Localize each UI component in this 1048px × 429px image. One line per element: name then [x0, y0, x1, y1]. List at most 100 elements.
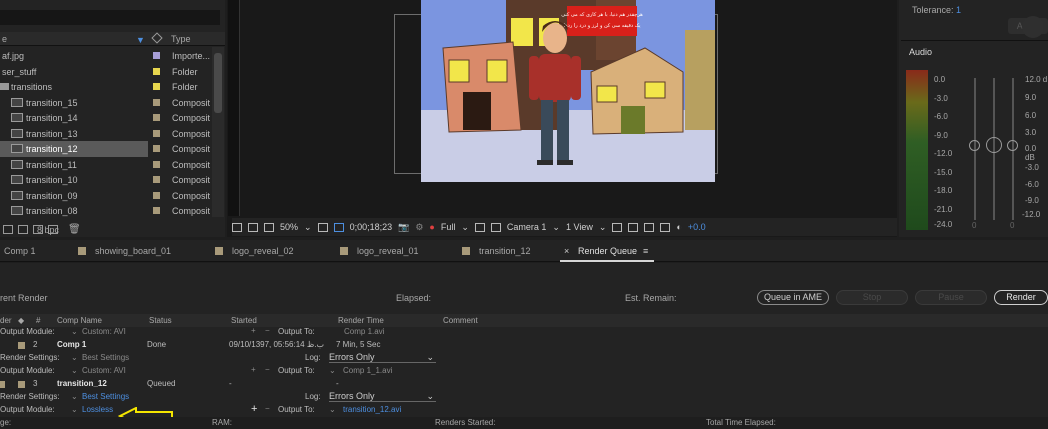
col-render[interactable]: der — [0, 316, 12, 325]
flowchart-icon[interactable] — [660, 222, 671, 232]
always-preview-icon[interactable] — [232, 222, 242, 232]
col-render-time[interactable]: Render Time — [338, 316, 384, 325]
pause-button[interactable]: Pause — [915, 290, 987, 305]
project-folder[interactable]: transitions Folder — [0, 79, 212, 95]
label-tag-icon[interactable] — [151, 32, 163, 44]
resolution-dropdown[interactable]: Full — [441, 222, 456, 232]
close-tab-icon[interactable]: × — [564, 246, 569, 256]
master-slider-knob[interactable] — [986, 137, 1002, 153]
remove-output-module-icon[interactable]: − — [265, 326, 270, 335]
tracker-knob[interactable] — [1022, 16, 1044, 38]
queue-in-ame-button[interactable]: Queue in AME — [757, 290, 829, 305]
label-tag-icon[interactable]: ◆ — [18, 316, 24, 325]
output-to-value[interactable]: Comp 1_1.avi — [343, 366, 392, 375]
col-comp-name[interactable]: Comp Name — [57, 316, 102, 325]
log-dropdown[interactable]: Errors Only ⌄ — [329, 352, 436, 363]
render-settings-value[interactable]: Best Settings — [82, 392, 129, 401]
project-comp[interactable]: transition_13 Composit — [0, 126, 212, 142]
add-output-module-icon[interactable]: + — [251, 403, 257, 415]
col-started[interactable]: Started — [231, 316, 257, 325]
show-snapshot-icon[interactable]: ⚙ — [415, 222, 423, 233]
project-comp[interactable]: transition_11 Composit — [0, 157, 212, 173]
render-button[interactable]: Render — [994, 290, 1048, 305]
chevron-down-icon[interactable]: ⌄ — [71, 392, 78, 401]
view-layout-dropdown[interactable]: 1 View — [566, 222, 593, 232]
tab-showing-board-01[interactable]: showing_board_01 — [95, 246, 171, 256]
pixel-aspect-icon[interactable] — [612, 222, 623, 232]
mask-visibility-icon[interactable] — [264, 222, 274, 232]
chevron-down-icon[interactable]: ⌄ — [329, 405, 336, 414]
log-dropdown[interactable]: Errors Only ⌄ — [329, 391, 436, 402]
bit-depth[interactable]: 8 bpc — [37, 225, 59, 235]
render-settings-value[interactable]: Best Settings — [82, 353, 129, 362]
current-time[interactable]: 0;00;18;23 — [350, 222, 393, 232]
tab-comp-1[interactable]: Comp 1 — [4, 246, 36, 256]
stop-button[interactable]: Stop — [836, 290, 908, 305]
label-swatch[interactable] — [153, 161, 160, 169]
tab-logo-reveal-02[interactable]: logo_reveal_02 — [232, 246, 294, 256]
add-output-module-icon[interactable]: + — [251, 365, 256, 374]
chevron-down-icon[interactable]: ⌄ — [71, 366, 78, 375]
region-of-interest-icon[interactable] — [474, 222, 485, 232]
label-swatch[interactable] — [153, 99, 160, 107]
timeline-icon[interactable] — [644, 222, 655, 232]
label-swatch[interactable] — [153, 145, 160, 153]
chevron-down-icon[interactable]: ⌄ — [71, 327, 78, 336]
column-type[interactable]: Type — [171, 34, 191, 44]
magnification-dropdown[interactable]: 50% — [280, 222, 298, 232]
project-comp[interactable]: transition_10 Composit — [0, 172, 212, 188]
toggle-transparency-icon[interactable] — [333, 222, 344, 232]
label-swatch[interactable] — [153, 52, 160, 60]
render-checkbox[interactable] — [0, 381, 5, 388]
project-comp[interactable]: transition_15 Composit — [0, 95, 212, 111]
col-status[interactable]: Status — [149, 316, 172, 325]
panel-menu-icon[interactable]: ≡ — [643, 246, 648, 256]
remove-output-module-icon[interactable]: − — [265, 365, 270, 374]
scroll-thumb[interactable] — [214, 53, 222, 113]
tab-transition-12[interactable]: transition_12 — [479, 246, 531, 256]
tolerance-value[interactable]: 1 — [956, 5, 961, 15]
tab-logo-reveal-01[interactable]: logo_reveal_01 — [357, 246, 419, 256]
project-folder[interactable]: ser_stuff Folder — [0, 64, 212, 80]
chevron-down-icon[interactable]: ⌄ — [329, 366, 336, 375]
add-output-module-icon[interactable]: + — [251, 326, 256, 335]
project-comp-selected-meta[interactable]: Composit — [148, 141, 212, 157]
tab-render-queue[interactable]: Render Queue — [578, 246, 637, 256]
project-scrollbar[interactable] — [212, 47, 224, 217]
project-comp[interactable]: transition_08 Composit — [0, 203, 212, 219]
label-swatch[interactable] — [18, 342, 25, 349]
exposure-value[interactable]: +0.0 — [688, 222, 706, 232]
camera-dropdown[interactable]: Camera 1 — [507, 222, 547, 232]
transparency-grid-icon[interactable] — [490, 222, 501, 232]
channel-icon[interactable]: ● — [429, 222, 434, 232]
fast-preview-icon[interactable] — [628, 222, 639, 232]
output-module-value[interactable]: Custom: AVI — [82, 327, 126, 336]
composition-canvas[interactable]: هرچقدر هم دنیا، با هر کاری که می کنی یک … — [421, 0, 715, 182]
snapshot-icon[interactable]: 📷 — [398, 222, 409, 233]
output-to-value[interactable]: transition_12.avi — [343, 405, 401, 414]
label-swatch[interactable] — [153, 83, 160, 91]
label-swatch[interactable] — [153, 176, 160, 184]
left-slider-knob[interactable] — [969, 140, 980, 151]
column-name[interactable]: e — [2, 34, 7, 44]
label-swatch[interactable] — [153, 114, 160, 122]
reset-exposure-icon[interactable]: ◐ — [676, 222, 681, 232]
col-comment[interactable]: Comment — [443, 316, 478, 325]
chevron-down-icon[interactable]: ⌄ — [71, 405, 78, 414]
preview-monitor-icon[interactable] — [248, 222, 258, 232]
render-item-row[interactable]: 3 transition_12 Queued - - — [0, 378, 1048, 392]
project-item[interactable]: af.jpg Importe... — [0, 48, 212, 64]
render-item-row[interactable]: 2 Comp 1 Done 09/10/1397, 05:56:14 ب.ظ 7… — [0, 339, 1048, 353]
right-slider-knob[interactable] — [1007, 140, 1018, 151]
project-comp[interactable]: transition_09 Composit — [0, 188, 212, 204]
output-to-value[interactable]: Comp 1.avi — [344, 327, 384, 336]
output-module-value[interactable]: Lossless — [82, 405, 113, 414]
interpret-footage-icon[interactable] — [3, 225, 13, 234]
new-folder-icon[interactable] — [18, 225, 28, 234]
trash-icon[interactable]: 🗑 — [68, 224, 81, 235]
project-comp-selected[interactable]: transition_12 — [0, 141, 148, 157]
fit-grid-icon[interactable] — [317, 222, 328, 232]
col-number[interactable]: # — [36, 316, 40, 325]
sort-arrow-icon[interactable]: ▼ — [136, 35, 145, 45]
project-comp[interactable]: transition_14 Composit — [0, 110, 212, 126]
